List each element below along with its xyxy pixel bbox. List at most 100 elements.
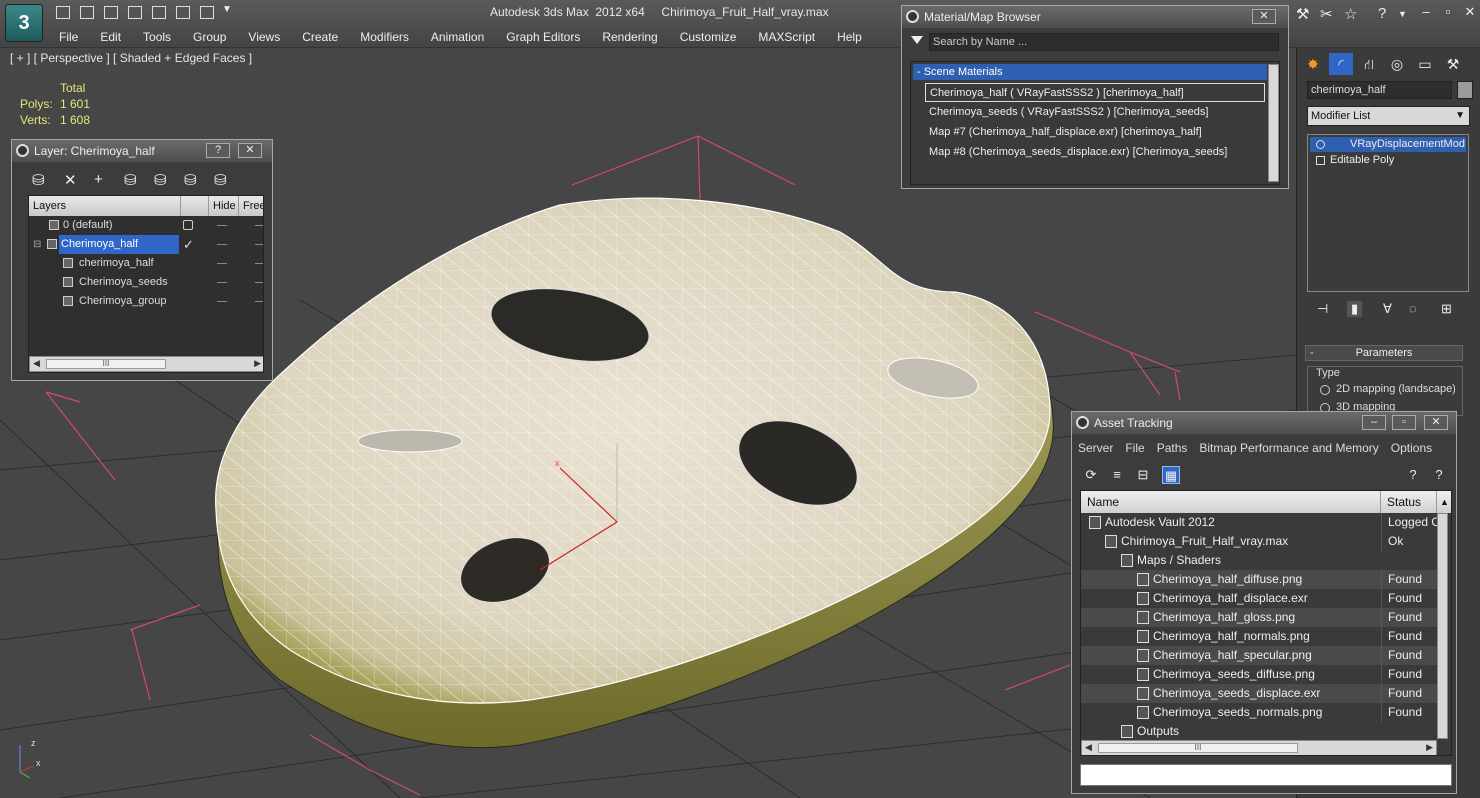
status-column-header[interactable]: Status (1381, 491, 1437, 513)
hide-toggle[interactable] (217, 244, 227, 245)
project-folder-icon[interactable] (200, 6, 214, 19)
checkmark-icon[interactable]: ✓ (183, 235, 194, 254)
menu-file[interactable]: File (48, 28, 89, 46)
material-browser-titlebar[interactable]: Material/Map Browser (902, 6, 1288, 28)
menu-create[interactable]: Create (291, 28, 349, 46)
search-icon[interactable]: ✂ (1320, 5, 1333, 23)
menu-group[interactable]: Group (182, 28, 237, 46)
scroll-left-icon[interactable]: ◀ (33, 358, 40, 369)
options-dropdown-icon[interactable] (911, 36, 923, 44)
menu-graph-editors[interactable]: Graph Editors (495, 28, 591, 46)
hold-icon[interactable] (152, 6, 166, 19)
layer-horizontal-scrollbar[interactable]: ◀ III ▶ (29, 356, 263, 372)
asset-help-icon[interactable]: ? (1404, 466, 1422, 484)
name-column-header[interactable]: Name (1081, 491, 1381, 513)
layer-panel-help-button[interactable]: ? (206, 143, 230, 158)
layer-object-row[interactable]: cherimoya_half (29, 254, 263, 273)
freeze-toggle[interactable] (255, 225, 263, 226)
highlight-layer-icon[interactable]: ⛁ (154, 171, 167, 189)
asset-row[interactable]: Cherimoya_half_displace.exr Found (1081, 589, 1437, 608)
expand-icon[interactable] (1316, 156, 1325, 165)
menu-rendering[interactable]: Rendering (591, 28, 668, 46)
modifier-stack-item[interactable]: Editable Poly (1310, 153, 1466, 168)
hide-all-icon[interactable]: ⛁ (184, 171, 197, 189)
parameters-rollout-header[interactable]: - Parameters (1305, 345, 1463, 361)
undo-icon[interactable] (104, 6, 118, 19)
fetch-icon[interactable] (176, 6, 190, 19)
utilities-tab-icon[interactable]: ⚒ (1441, 53, 1465, 75)
material-search-input[interactable]: Search by Name ... (929, 33, 1279, 51)
material-item[interactable]: Map #7 (Cherimoya_half_displace.exr) [ch… (925, 123, 1265, 142)
modifier-stack-item[interactable]: VRayDisplacementMod (1310, 137, 1466, 152)
layers-column-blank[interactable] (181, 196, 209, 216)
layer-row[interactable]: 0 (default) (29, 216, 263, 235)
asset-vertical-scrollbar[interactable] (1437, 513, 1448, 739)
remove-modifier-icon[interactable]: ◌ (1409, 301, 1417, 316)
freeze-toggle[interactable] (255, 301, 263, 302)
material-vertical-scrollbar[interactable] (1268, 64, 1279, 182)
help-icon[interactable]: ? (1378, 5, 1386, 22)
modify-tab-icon[interactable]: ◜ (1329, 53, 1353, 75)
menu-tools[interactable]: Tools (132, 28, 182, 46)
hide-toggle[interactable] (217, 263, 227, 264)
layer-row-selected[interactable]: ⊟ Cherimoya_half ✓ (29, 235, 263, 254)
material-item[interactable]: Map #8 (Cherimoya_seeds_displace.exr) [C… (925, 143, 1265, 162)
asset-row[interactable]: Cherimoya_seeds_diffuse.png Found (1081, 665, 1437, 684)
asset-path-field[interactable] (1080, 764, 1452, 786)
object-color-swatch[interactable] (1457, 81, 1473, 99)
viewport-label[interactable]: [ + ] [ Perspective ] [ Shaded + Edged F… (10, 51, 252, 65)
asset-close-button[interactable]: ✕ (1424, 415, 1448, 430)
asset-row[interactable]: Cherimoya_half_normals.png Found (1081, 627, 1437, 646)
menu-views[interactable]: Views (237, 28, 291, 46)
hide-column-header[interactable]: Hide (209, 196, 239, 216)
asset-menu-options[interactable]: Options (1385, 438, 1438, 458)
layer-object-row[interactable]: Cherimoya_group (29, 292, 263, 311)
delete-layer-icon[interactable]: ✕ (64, 171, 77, 189)
menu-animation[interactable]: Animation (420, 28, 495, 46)
create-layer-icon[interactable]: ⛁ (32, 171, 45, 189)
save-icon[interactable] (80, 6, 94, 19)
asset-menu-bitmap-performance[interactable]: Bitmap Performance and Memory (1193, 438, 1384, 458)
asset-minimize-button[interactable]: – (1362, 415, 1386, 430)
layer-panel-close-button[interactable]: ✕ (238, 143, 262, 158)
menu-customize[interactable]: Customize (669, 28, 748, 46)
asset-menu-server[interactable]: Server (1072, 438, 1119, 458)
close-button[interactable]: ✕ (1459, 4, 1480, 20)
scroll-thumb[interactable]: III (46, 359, 166, 369)
show-end-result-icon[interactable]: ▮ (1347, 301, 1363, 317)
current-layer-checkbox[interactable] (183, 220, 193, 230)
hide-toggle[interactable] (217, 282, 227, 283)
scene-materials-group[interactable]: - Scene Materials (913, 64, 1267, 80)
asset-row[interactable]: Cherimoya_seeds_normals.png Found (1081, 703, 1437, 722)
pin-stack-icon[interactable]: ⊣ (1317, 301, 1328, 317)
scroll-thumb[interactable]: III (1098, 743, 1298, 753)
radio-2d-mapping[interactable] (1320, 385, 1330, 395)
layers-column-header[interactable]: Layers (29, 196, 181, 216)
hide-toggle[interactable] (217, 225, 227, 226)
material-browser-close-button[interactable]: ✕ (1252, 9, 1276, 24)
menu-modifiers[interactable]: Modifiers (349, 28, 420, 46)
freeze-toggle[interactable] (255, 244, 263, 245)
scroll-right-icon[interactable]: ▶ (254, 358, 261, 369)
menu-edit[interactable]: Edit (89, 28, 132, 46)
help-dropdown-icon[interactable]: ▼ (1398, 9, 1407, 19)
hide-toggle[interactable] (217, 301, 227, 302)
create-tab-icon[interactable]: ✸ (1301, 53, 1325, 75)
lightbulb-icon[interactable] (1316, 140, 1325, 149)
app-logo-button[interactable]: 3 (5, 4, 43, 42)
tools-icon[interactable]: ⚒ (1296, 5, 1309, 23)
asset-horizontal-scrollbar[interactable]: ◀ III ▶ (1081, 740, 1437, 755)
display-tab-icon[interactable]: ▭ (1413, 53, 1437, 75)
redo-icon[interactable] (128, 6, 142, 19)
make-unique-icon[interactable]: ∀ (1383, 301, 1392, 317)
menu-maxscript[interactable]: MAXScript (747, 28, 826, 46)
grid-view-icon[interactable]: ▦ (1162, 466, 1180, 484)
scroll-up-icon[interactable]: ▲ (1437, 491, 1451, 513)
configure-sets-icon[interactable]: ⊞ (1441, 301, 1452, 317)
asset-row[interactable]: Chirimoya_Fruit_Half_vray.max Ok (1081, 532, 1437, 551)
asset-row[interactable]: Cherimoya_half_diffuse.png Found (1081, 570, 1437, 589)
object-name-field[interactable]: cherimoya_half (1307, 81, 1452, 99)
freeze-all-icon[interactable]: ⛁ (214, 171, 227, 189)
add-to-layer-icon[interactable]: + (94, 171, 103, 188)
list-view-icon[interactable]: ≡ (1108, 466, 1126, 484)
